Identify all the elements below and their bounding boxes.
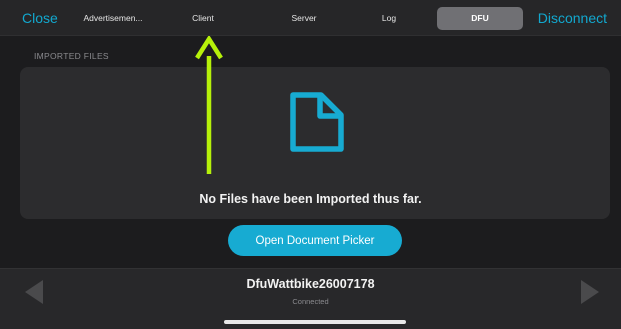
tab-log[interactable]: Log (353, 7, 425, 30)
tab-client[interactable]: Client (167, 7, 239, 30)
tab-advertisement[interactable]: Advertisemen... (63, 7, 163, 30)
tab-bar: Advertisemen... Client Server Log DFU (63, 7, 531, 30)
connection-status: Connected (292, 297, 329, 306)
device-name: DfuWattbike26007178 (246, 277, 375, 291)
empty-files-message: No Files have been Imported thus far. (199, 192, 422, 206)
tab-dfu[interactable]: DFU (437, 7, 523, 30)
up-arrow-annotation-icon (195, 36, 223, 174)
tab-server[interactable]: Server (259, 7, 349, 30)
disconnect-button[interactable]: Disconnect (538, 10, 607, 26)
home-indicator[interactable] (224, 320, 406, 324)
document-icon (290, 92, 344, 152)
top-navigation-bar: Close Advertisemen... Client Server Log … (0, 0, 621, 36)
imported-files-header: IMPORTED FILES (34, 51, 109, 61)
open-document-picker-button[interactable]: Open Document Picker (228, 225, 402, 256)
right-arrow-icon[interactable] (581, 280, 599, 304)
close-button[interactable]: Close (22, 10, 58, 26)
